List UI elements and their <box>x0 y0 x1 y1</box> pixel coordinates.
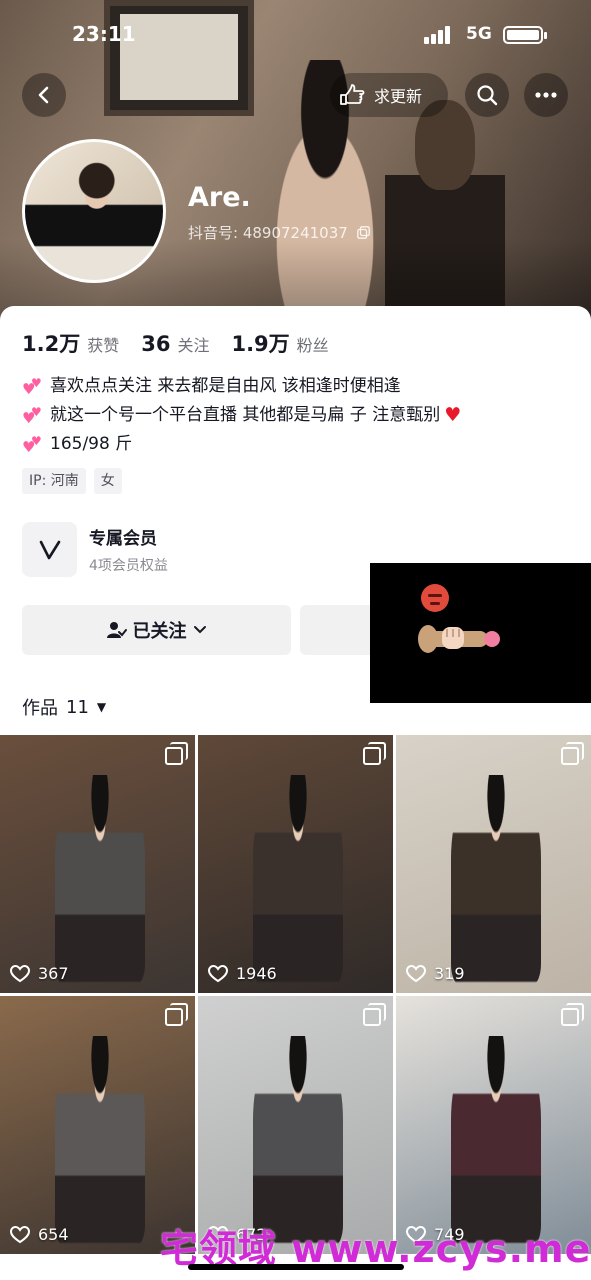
profile-tags: IP: 河南 女 <box>22 468 130 494</box>
heart-outline-icon <box>406 964 426 982</box>
bio-line: ♥ ♥ 就这一个号一个平台直播 其他都是马扁 子 注意甄别 ♥ <box>22 401 582 430</box>
multi-photo-icon <box>363 742 386 765</box>
stat-likes[interactable]: 1.2万 获赞 <box>22 328 119 358</box>
battery-icon <box>503 26 547 44</box>
works-count: 11 <box>66 696 89 718</box>
status-bar: 23:11 5G <box>0 0 591 70</box>
bio-line: ♥ ♥ 165/98 斤 <box>22 430 582 459</box>
two-hearts-icon: ♥ ♥ <box>22 433 42 456</box>
stats-row: 1.2万 获赞 36 关注 1.9万 粉丝 <box>22 328 351 358</box>
video-subject <box>451 775 541 985</box>
home-indicator[interactable] <box>188 1264 404 1270</box>
video-like-count: 654 <box>38 1225 69 1244</box>
stat-following-label: 关注 <box>177 336 210 355</box>
video-likes: 367 <box>10 964 69 983</box>
video-likes: 654 <box>10 1225 69 1244</box>
tag-gender: 女 <box>93 468 122 494</box>
multi-photo-icon <box>561 1003 584 1026</box>
video-tile[interactable]: 319 <box>396 735 591 993</box>
stat-likes-value: 1.2万 <box>22 332 81 356</box>
stat-likes-label: 获赞 <box>87 336 120 355</box>
fist-emoji-icon <box>418 625 500 653</box>
video-tile[interactable]: 1946 <box>198 735 393 993</box>
user-check-icon <box>106 622 127 638</box>
search-icon <box>477 85 498 106</box>
douyin-id-text: 抖音号: 48907241037 <box>188 224 348 242</box>
bio-line-text: 165/98 斤 <box>50 434 133 454</box>
request-update-button[interactable]: 求更新 <box>330 73 448 117</box>
more-dots-icon <box>535 92 557 98</box>
douyin-id[interactable]: 抖音号: 48907241037 <box>188 222 370 243</box>
video-tile[interactable]: 749 <box>396 996 591 1254</box>
video-subject <box>451 1036 541 1246</box>
video-subject <box>55 775 145 985</box>
two-hearts-icon: ♥ ♥ <box>22 404 42 427</box>
video-like-count: 319 <box>434 964 465 983</box>
works-label: 作品 <box>22 698 58 719</box>
tag-ip-location: IP: 河南 <box>22 468 86 494</box>
membership-entry[interactable]: 专属会员 4项会员权益 <box>22 522 168 577</box>
multi-photo-icon <box>165 742 188 765</box>
video-likes: 319 <box>406 964 465 983</box>
stat-followers[interactable]: 1.9万 粉丝 <box>231 328 328 358</box>
heart-outline-icon <box>10 964 30 982</box>
more-options-button[interactable] <box>524 73 568 117</box>
video-like-count: 1946 <box>236 964 277 983</box>
stat-followers-label: 粉丝 <box>296 336 329 355</box>
video-subject <box>253 1036 343 1246</box>
multi-photo-icon <box>165 1003 188 1026</box>
video-like-count: 367 <box>38 964 69 983</box>
works-tab[interactable]: 作品 11 ▼ <box>22 694 106 720</box>
signal-icon <box>424 26 450 44</box>
caret-down-icon: ▼ <box>96 700 107 714</box>
angry-face-icon <box>421 584 449 612</box>
multi-photo-icon <box>561 742 584 765</box>
profile-bio: ♥ ♥ 喜欢点点关注 来去都是自由风 该相逢时便相逢 ♥ ♥ 就这一个号一个平台直播… <box>22 372 582 459</box>
following-button[interactable]: 已关注 <box>22 605 291 655</box>
bio-line-text: 喜欢点点关注 来去都是自由风 该相逢时便相逢 <box>50 376 401 396</box>
video-tile[interactable]: 654 <box>0 996 195 1254</box>
red-heart-icon: ♥ <box>444 404 462 426</box>
video-tile[interactable]: 367 <box>0 735 195 993</box>
two-hearts-icon: ♥ ♥ <box>22 375 42 398</box>
video-subject <box>55 1036 145 1246</box>
video-tile[interactable]: 672 <box>198 996 393 1254</box>
bio-line-text: 就这一个号一个平台直播 其他都是马扁 子 注意甄别 <box>50 405 441 425</box>
membership-subtitle: 4项会员权益 <box>89 558 168 574</box>
membership-title: 专属会员 <box>89 529 157 549</box>
profile-nickname: Are. <box>188 182 251 213</box>
video-subject <box>253 775 343 985</box>
copy-icon[interactable] <box>356 226 370 239</box>
search-button[interactable] <box>465 73 509 117</box>
overlay-ad-popup[interactable] <box>370 563 591 703</box>
following-label: 已关注 <box>132 621 187 642</box>
heart-outline-icon <box>208 964 228 982</box>
stat-following[interactable]: 36 关注 <box>141 332 209 356</box>
multi-photo-icon <box>363 1003 386 1026</box>
stat-followers-value: 1.9万 <box>231 332 290 356</box>
chevron-left-icon <box>38 86 49 104</box>
stat-following-value: 36 <box>141 332 171 356</box>
request-update-label: 求更新 <box>374 87 423 106</box>
chevron-down-icon <box>193 626 206 634</box>
heart-outline-icon <box>10 1225 30 1243</box>
video-likes: 1946 <box>208 964 277 983</box>
status-time: 23:11 <box>72 22 136 46</box>
avatar[interactable] <box>22 139 166 283</box>
network-type: 5G <box>466 24 492 44</box>
back-button[interactable] <box>22 73 66 117</box>
pointing-hand-icon <box>340 84 365 105</box>
membership-v-icon <box>22 522 77 577</box>
bio-line: ♥ ♥ 喜欢点点关注 来去都是自由风 该相逢时便相逢 <box>22 372 582 401</box>
